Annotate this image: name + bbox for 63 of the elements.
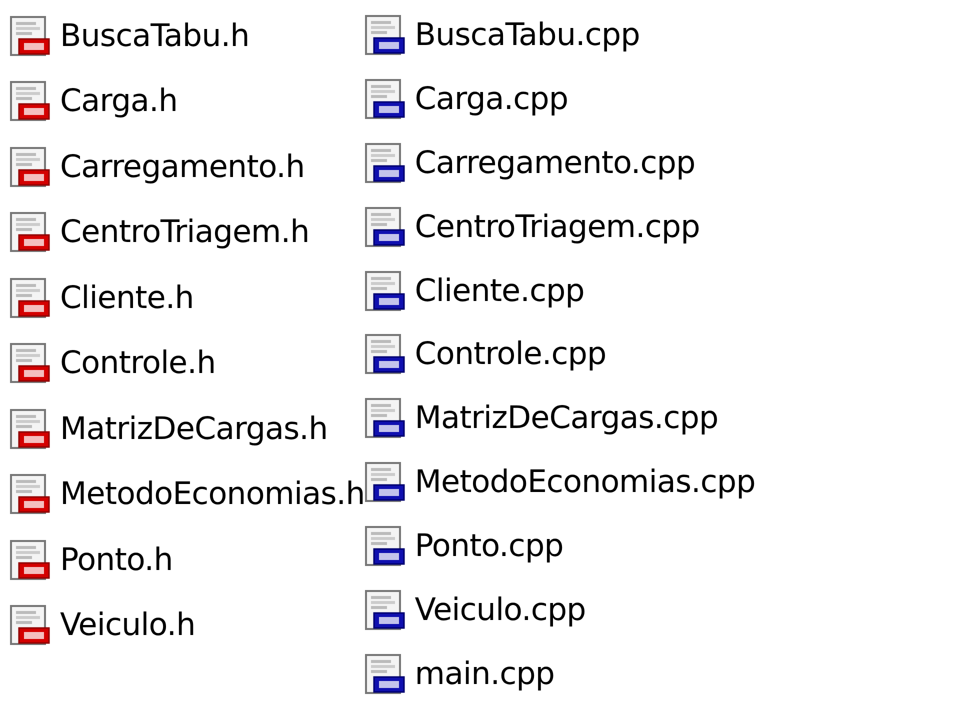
file-name: Carga.cpp: [414, 80, 568, 117]
file-item[interactable]: BuscaTabu.h: [10, 3, 365, 68]
source-file-icon: [364, 462, 405, 502]
file-name: BuscaTabu.h: [60, 18, 250, 54]
file-item[interactable]: CentroTriagem.cpp: [364, 194, 756, 259]
file-name: Cliente.h: [60, 280, 194, 316]
file-name: Veiculo.h: [60, 607, 196, 644]
file-item[interactable]: Veiculo.cpp: [364, 578, 756, 642]
header-file-icon: [10, 81, 50, 122]
file-name: Ponto.h: [60, 542, 173, 578]
file-name: MetodoEconomias.cpp: [414, 464, 756, 500]
header-file-icon: [10, 16, 50, 56]
header-file-icon: [10, 408, 50, 449]
source-file-icon: [364, 526, 405, 566]
file-item[interactable]: CentroTriagem.h: [10, 200, 365, 265]
file-item[interactable]: Controle.h: [10, 330, 365, 396]
file-name: Controle.cpp: [414, 336, 606, 372]
file-name: Veiculo.cpp: [414, 592, 586, 628]
header-file-icon: [10, 605, 50, 646]
source-file-icon: [364, 334, 405, 374]
file-name: CentroTriagem.cpp: [414, 208, 700, 245]
file-item[interactable]: Carga.h: [10, 68, 365, 134]
source-file-icon: [364, 142, 405, 183]
header-file-icon: [10, 146, 50, 187]
file-name: CentroTriagem.h: [60, 214, 310, 250]
file-name: Carregamento.h: [60, 148, 305, 185]
file-item[interactable]: Veiculo.h: [10, 592, 365, 658]
file-name: Controle.h: [60, 345, 216, 382]
file-item[interactable]: Cliente.h: [10, 265, 365, 330]
file-name: Carga.h: [60, 83, 178, 120]
source-file-icon: [364, 398, 405, 438]
header-file-icon: [10, 343, 50, 384]
source-file-icon: [364, 206, 405, 247]
file-name: BuscaTabu.cpp: [414, 16, 640, 53]
source-file-icon: [364, 654, 405, 694]
source-file-icon: [364, 590, 405, 630]
file-item[interactable]: Controle.cpp: [364, 322, 756, 386]
source-file-icon: [364, 14, 405, 55]
file-item[interactable]: main.cpp: [364, 642, 756, 706]
file-item[interactable]: Carga.cpp: [364, 66, 756, 131]
header-file-icon: [10, 212, 50, 252]
file-item[interactable]: Ponto.cpp: [364, 514, 756, 578]
file-name: main.cpp: [414, 656, 554, 692]
file-name: MatrizDeCargas.h: [60, 410, 328, 447]
file-item[interactable]: MetodoEconomias.h: [10, 462, 365, 527]
file-name: Ponto.cpp: [414, 528, 564, 564]
header-file-icon: [10, 474, 50, 514]
file-name: Carregamento.cpp: [414, 144, 696, 181]
file-item[interactable]: BuscaTabu.cpp: [364, 3, 756, 67]
file-item[interactable]: MatrizDeCargas.cpp: [364, 386, 756, 450]
source-file-icon: [364, 270, 405, 311]
file-item[interactable]: Carregamento.h: [10, 134, 365, 200]
file-item[interactable]: Cliente.cpp: [364, 258, 756, 323]
file-name: MatrizDeCargas.cpp: [414, 400, 718, 436]
file-name: MetodoEconomias.h: [60, 476, 365, 512]
file-name: Cliente.cpp: [414, 272, 584, 309]
source-file-icon: [364, 78, 405, 119]
file-item[interactable]: Ponto.h: [10, 527, 365, 592]
header-file-icon: [10, 278, 50, 318]
file-item[interactable]: Carregamento.cpp: [364, 130, 756, 195]
file-item[interactable]: MatrizDeCargas.h: [10, 396, 365, 462]
file-item[interactable]: MetodoEconomias.cpp: [364, 450, 756, 514]
header-file-icon: [10, 540, 50, 580]
